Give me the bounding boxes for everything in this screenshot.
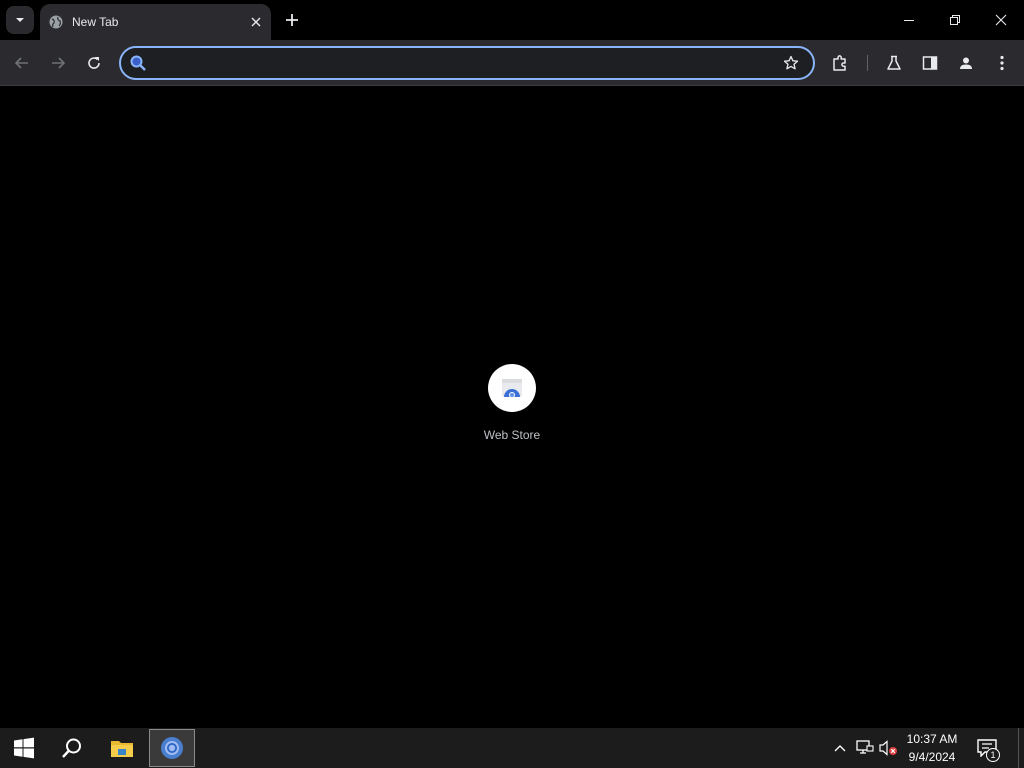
chrome-icon bbox=[161, 737, 183, 759]
profile-icon bbox=[960, 57, 972, 69]
tab-search-button[interactable] bbox=[6, 6, 34, 34]
star-icon bbox=[783, 55, 799, 70]
toolbar bbox=[0, 40, 1024, 86]
extensions-button[interactable] bbox=[826, 49, 854, 77]
search-icon bbox=[62, 738, 81, 758]
tab-title: New Tab bbox=[72, 15, 119, 29]
search-icon bbox=[129, 54, 147, 72]
windows-icon bbox=[14, 737, 34, 759]
forward-button[interactable] bbox=[44, 49, 72, 77]
close-window-button[interactable] bbox=[978, 0, 1024, 40]
arrow-left-icon bbox=[14, 57, 28, 69]
shortcut-label: Web Store bbox=[483, 428, 541, 442]
minimize-button[interactable] bbox=[886, 0, 932, 40]
plus-icon bbox=[286, 14, 298, 26]
taskbar: 10:37 AM 9/4/2024 1 bbox=[0, 728, 1024, 768]
tab-close-button[interactable] bbox=[245, 11, 267, 33]
shortcut-tile[interactable] bbox=[488, 364, 536, 412]
address-bar[interactable] bbox=[119, 46, 815, 80]
show-desktop-button[interactable] bbox=[1018, 728, 1024, 768]
network-icon bbox=[856, 740, 874, 754]
tab-strip: New Tab bbox=[0, 0, 1024, 40]
taskbar-clock[interactable]: 10:37 AM 9/4/2024 bbox=[902, 730, 962, 766]
restore-button[interactable] bbox=[932, 0, 978, 40]
chevron-up-icon bbox=[834, 745, 846, 752]
file-explorer-button[interactable] bbox=[98, 728, 146, 768]
new-tab-button[interactable] bbox=[279, 7, 305, 33]
chrome-taskbar-button[interactable] bbox=[149, 729, 195, 767]
minimize-icon bbox=[904, 20, 914, 21]
globe-icon bbox=[49, 15, 63, 29]
back-button[interactable] bbox=[8, 49, 36, 77]
labs-button[interactable] bbox=[880, 49, 908, 77]
omnibox-input[interactable] bbox=[153, 49, 777, 77]
puzzle-icon bbox=[833, 55, 846, 71]
more-vert-icon bbox=[1000, 55, 1004, 71]
file-explorer-icon bbox=[111, 741, 133, 757]
shortcut-web-store[interactable]: Web Store bbox=[472, 364, 552, 454]
side-panel-button[interactable] bbox=[916, 49, 944, 77]
window-controls bbox=[886, 0, 1024, 40]
arrow-right-icon bbox=[52, 57, 66, 69]
reload-button[interactable] bbox=[80, 49, 108, 77]
notification-count-badge: 1 bbox=[986, 748, 1000, 762]
chevron-down-icon bbox=[16, 18, 24, 22]
new-tab-page: Web Store bbox=[0, 87, 1024, 728]
action-center-button[interactable]: 1 bbox=[972, 734, 1002, 762]
flask-icon bbox=[887, 55, 901, 70]
close-icon bbox=[995, 14, 1007, 26]
clock-date: 9/4/2024 bbox=[908, 750, 956, 764]
volume-muted-icon bbox=[879, 740, 897, 756]
clock-time: 10:37 AM bbox=[906, 732, 958, 746]
reload-icon bbox=[88, 57, 100, 69]
restore-icon bbox=[950, 15, 960, 25]
profile-button[interactable] bbox=[952, 49, 980, 77]
side-panel-icon bbox=[922, 56, 938, 70]
bookmark-button[interactable] bbox=[777, 49, 805, 77]
taskbar-search-button[interactable] bbox=[48, 728, 96, 768]
toolbar-divider bbox=[867, 55, 868, 71]
show-hidden-icons-button[interactable] bbox=[830, 738, 850, 758]
close-icon bbox=[251, 17, 261, 27]
start-button[interactable] bbox=[0, 728, 48, 768]
menu-button[interactable] bbox=[988, 49, 1016, 77]
network-button[interactable] bbox=[855, 738, 875, 758]
web-store-icon bbox=[502, 379, 522, 398]
volume-button[interactable] bbox=[879, 738, 899, 758]
tab-new-tab[interactable]: New Tab bbox=[40, 4, 271, 40]
